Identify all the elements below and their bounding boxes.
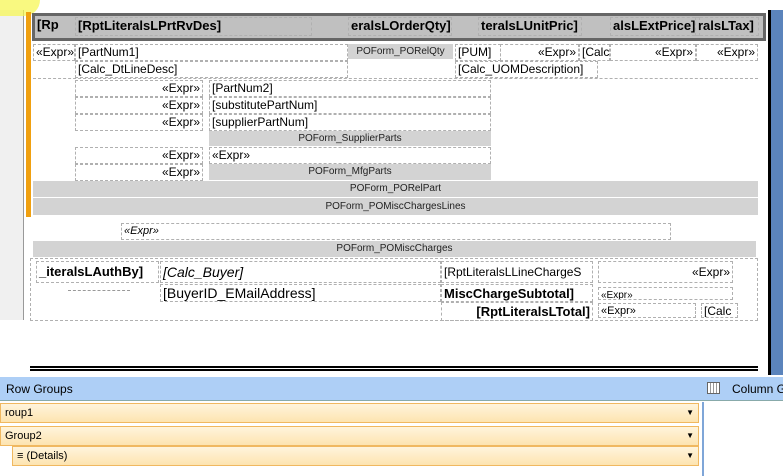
uomdescription-cell[interactable]: [Calc_UOMDescription] — [455, 61, 598, 78]
right-blue-panel — [768, 10, 783, 375]
expr-cell[interactable]: «Expr» — [75, 147, 203, 164]
group-label: Group2 — [5, 430, 42, 442]
dropdown-arrow-icon[interactable]: ▼ — [686, 427, 694, 445]
porelpart-subreport[interactable]: POForm_PORelPart — [33, 181, 758, 197]
authby-label[interactable]: _iteralsLAuthBy] — [36, 261, 159, 283]
partnum1-cell[interactable]: [PartNum1] — [75, 44, 348, 61]
header-cell[interactable]: ralsLTax] — [695, 17, 759, 36]
row-handle-bar[interactable] — [26, 12, 31, 217]
expr-cell[interactable]: «Expr» — [75, 80, 203, 97]
header-cell[interactable]: [Rp — [35, 17, 73, 36]
calc-buyer-cell[interactable]: [Calc_Buyer] — [160, 261, 441, 283]
column-groups-title: Column G — [732, 382, 783, 396]
dtlinedesc-cell[interactable]: [Calc_DtLineDesc] — [75, 61, 348, 78]
expr-cell[interactable]: «Expr» — [598, 261, 733, 283]
row-groups-title: Row Groups — [6, 382, 73, 396]
page-divider — [30, 366, 758, 371]
expr-cell[interactable]: «Expr» — [209, 147, 491, 164]
left-gutter — [0, 10, 24, 320]
mfgparts-subreport[interactable]: POForm_MfgParts — [209, 164, 491, 180]
column-groups-panel — [702, 402, 783, 476]
header-cell[interactable]: teralsLUnitPric] — [478, 17, 582, 36]
expr-cell[interactable]: «Expr» — [75, 164, 203, 181]
expr-cell[interactable]: «Expr» — [598, 303, 696, 318]
row-divider — [33, 78, 758, 79]
total-label[interactable]: [RptLiteralsLTotal] — [441, 302, 593, 321]
header-cell[interactable]: alsLExtPrice] — [610, 17, 700, 36]
row-group-item[interactable]: ≡ (Details) ▼ — [12, 446, 699, 466]
subtotal-label[interactable]: MiscChargeSubtotal] — [441, 284, 593, 302]
expr-cell[interactable]: «Expr» — [598, 287, 733, 300]
pomiscchargeslines-subreport[interactable]: POForm_POMiscChargesLines — [33, 198, 758, 215]
partnum2-cell[interactable]: [PartNum2] — [209, 80, 491, 97]
calc-cell[interactable]: [Calc — [579, 44, 610, 61]
calc-cell[interactable]: [Calc — [701, 303, 738, 318]
expr-cell[interactable]: «Expr» — [75, 114, 203, 131]
linecharge-label[interactable]: [RptLiteralsLLineChargeS — [441, 261, 593, 283]
supplierparts-subreport[interactable]: POForm_SupplierParts — [209, 131, 491, 146]
pomisccharges-subreport[interactable]: POForm_POMiscCharges — [33, 241, 756, 257]
group-label: ≡ (Details) — [17, 450, 68, 462]
expr-cell[interactable]: «Expr» — [696, 44, 758, 61]
dropdown-arrow-icon[interactable]: ▼ — [686, 447, 694, 465]
row-group-item[interactable]: roup1 ▼ — [0, 403, 699, 423]
row-group-item[interactable]: Group2 ▼ — [0, 426, 699, 446]
header-cell[interactable]: [RptLiteralsLPrtRvDes] — [75, 17, 312, 36]
expr-cell[interactable]: «Expr» — [610, 44, 696, 61]
email-cell[interactable]: [BuyerID_EMailAddress] — [160, 284, 441, 302]
column-groups-icon — [707, 382, 720, 394]
grouping-header — [0, 377, 783, 401]
porelqty-subreport[interactable]: POForm_PORelQty — [348, 44, 453, 59]
header-cell[interactable]: eralsLOrderQty] — [348, 17, 452, 36]
supplierpartnum-cell[interactable]: [supplierPartNum] — [209, 114, 491, 131]
expr-cell[interactable]: «Expr» — [33, 44, 75, 61]
dropdown-arrow-icon[interactable]: ▼ — [686, 404, 694, 422]
substitutepartnum-cell[interactable]: [substitutePartNum] — [209, 97, 491, 114]
line-placeholder — [68, 290, 130, 291]
expr-cell[interactable]: «Expr» — [500, 44, 579, 61]
group-label: roup1 — [5, 407, 34, 419]
pum-cell[interactable]: [PUM] — [455, 44, 501, 61]
expr-cell[interactable]: «Expr» — [121, 223, 671, 240]
expr-cell[interactable]: «Expr» — [75, 97, 203, 114]
